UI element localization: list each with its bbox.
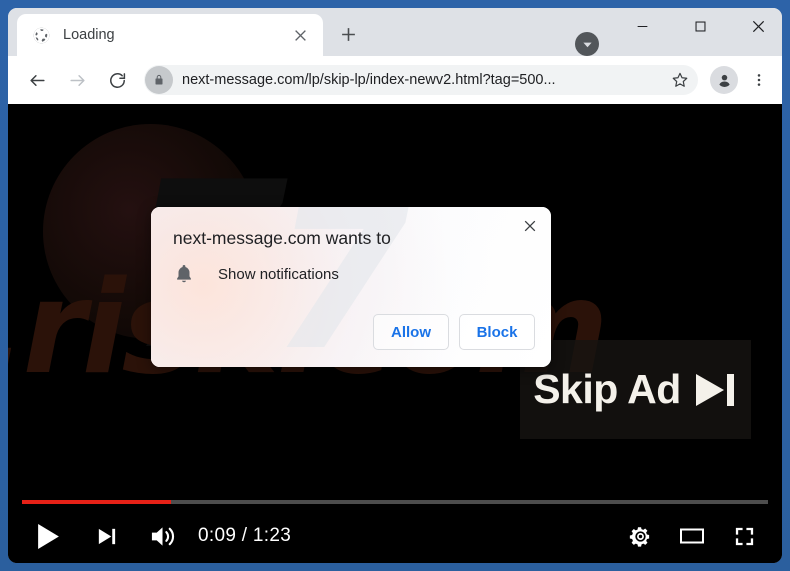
tab-search-button[interactable]	[575, 32, 599, 56]
browser-tab[interactable]: Loading	[17, 14, 323, 56]
back-button[interactable]	[22, 65, 52, 95]
browser-toolbar: next-message.com/lp/skip-lp/index-newv2.…	[8, 56, 782, 104]
tab-close-icon[interactable]	[287, 22, 313, 48]
lock-icon[interactable]	[145, 66, 173, 94]
next-track-button[interactable]	[84, 514, 128, 558]
reload-button[interactable]	[102, 65, 132, 95]
bookmark-star-icon[interactable]	[666, 66, 694, 94]
play-button[interactable]	[26, 514, 70, 558]
new-tab-button[interactable]	[333, 19, 363, 49]
progress-bar-fill	[22, 500, 172, 504]
chrome-menu-button[interactable]	[746, 65, 772, 95]
controls-row: 0:09 / 1:23	[8, 509, 782, 563]
dialog-content: next-message.com wants to Show notificat…	[151, 207, 551, 367]
browser-window-frame: Loading next-message.com/lp/skip-lp/inde…	[0, 0, 790, 571]
allow-button[interactable]: Allow	[373, 314, 449, 350]
permission-row: Show notifications	[173, 263, 339, 285]
window-maximize-button[interactable]	[677, 8, 723, 44]
address-bar[interactable]: next-message.com/lp/skip-lp/index-newv2.…	[144, 65, 698, 95]
video-player-page: 7 .risk.com Skip Ad	[8, 104, 782, 563]
close-icon[interactable]	[517, 213, 543, 239]
time-display: 0:09 / 1:23	[198, 525, 292, 546]
window-close-button[interactable]	[735, 8, 781, 44]
tab-title: Loading	[63, 27, 115, 43]
progress-bar-track[interactable]	[22, 500, 768, 504]
url-text: next-message.com/lp/skip-lp/index-newv2.…	[182, 72, 556, 88]
volume-button[interactable]	[140, 514, 184, 558]
permission-label: Show notifications	[218, 265, 339, 283]
skip-ad-label: Skip Ad	[533, 366, 681, 412]
settings-gear-icon[interactable]	[618, 514, 662, 558]
fullscreen-icon[interactable]	[722, 514, 766, 558]
skip-next-icon	[695, 373, 734, 406]
profile-avatar[interactable]	[710, 66, 738, 94]
block-button[interactable]: Block	[459, 314, 535, 350]
tab-strip: Loading	[8, 8, 782, 56]
globe-icon	[33, 27, 50, 43]
notification-permission-dialog: 7 next-message.com wants to Show notific…	[151, 207, 551, 367]
bell-icon	[177, 265, 191, 283]
dialog-actions: Allow Block	[373, 314, 535, 350]
theater-mode-icon[interactable]	[670, 514, 714, 558]
skip-ad-button[interactable]: Skip Ad	[520, 340, 751, 439]
chrome-browser: Loading next-message.com/lp/skip-lp/inde…	[8, 8, 782, 563]
video-controls-bar: 0:09 / 1:23	[8, 491, 782, 563]
dialog-title: next-message.com wants to	[173, 228, 391, 248]
forward-button[interactable]	[62, 65, 92, 95]
window-minimize-button[interactable]	[619, 8, 665, 44]
